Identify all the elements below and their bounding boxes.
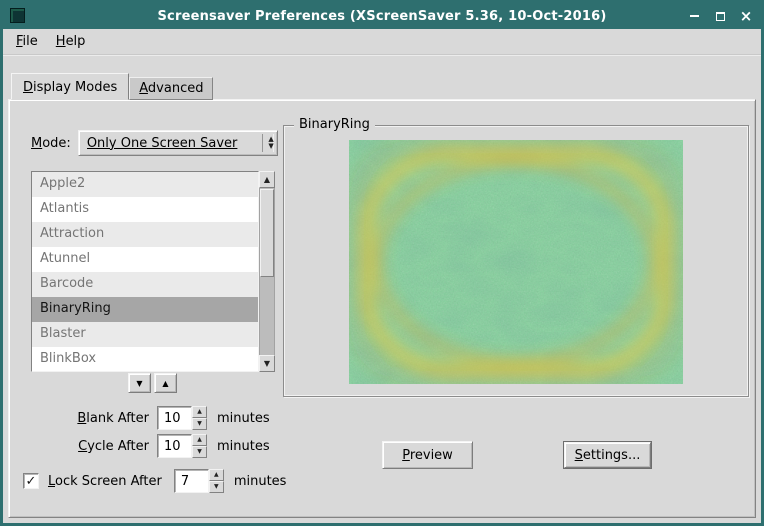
maximize-icon — [716, 12, 725, 21]
lock-after-spinbox: ▲ ▼ — [174, 469, 224, 493]
app-icon — [10, 8, 25, 23]
lock-after-spinner: ▲ ▼ — [209, 469, 224, 493]
list-item[interactable]: Blaster — [32, 322, 258, 347]
scrollbar-thumb[interactable] — [260, 189, 274, 277]
mode-selected-value: Only One Screen Saver — [87, 136, 259, 151]
cycle-after-spinner: ▲ ▼ — [192, 434, 207, 458]
settings-button[interactable]: Settings... — [564, 442, 651, 468]
spin-down-icon[interactable]: ▼ — [192, 418, 207, 430]
scroll-up-icon: ▲ — [264, 175, 270, 184]
lock-screen-row: ✓ Lock Screen After ▲ ▼ minutes — [23, 469, 286, 493]
mode-row: Mode: Only One Screen Saver ▲ ▼ — [31, 130, 278, 156]
combo-down-icon: ▼ — [268, 143, 273, 150]
mode-label: Mode: — [31, 136, 71, 151]
cycle-after-spinbox: ▲ ▼ — [157, 434, 207, 458]
blank-after-row: Blank After ▲ ▼ minutes — [31, 406, 270, 430]
check-icon: ✓ — [26, 474, 37, 489]
tabstrip: Display Modes Advanced — [11, 73, 213, 100]
list-item[interactable]: BlinkBox — [32, 347, 258, 372]
move-up-button[interactable]: ▲ — [154, 373, 177, 393]
spin-up-icon[interactable]: ▲ — [192, 434, 207, 446]
list-item[interactable]: Attraction — [32, 222, 258, 247]
preview-frame: BinaryRing — [283, 125, 749, 397]
spin-up-icon[interactable]: ▲ — [192, 406, 207, 418]
preview-button-label: Preview — [402, 448, 453, 463]
blank-after-input[interactable] — [157, 406, 192, 430]
cycle-after-label: Cycle After — [31, 439, 149, 454]
preview-button[interactable]: Preview — [382, 441, 473, 469]
cycle-after-input[interactable] — [157, 434, 192, 458]
menu-help[interactable]: Help — [47, 30, 95, 53]
blank-after-spinner: ▲ ▼ — [192, 406, 207, 430]
blank-after-spinbox: ▲ ▼ — [157, 406, 207, 430]
menu-file[interactable]: File — [7, 30, 47, 53]
list-reorder-buttons: ▼ ▲ — [128, 373, 177, 393]
maximize-button[interactable] — [713, 9, 727, 23]
display-modes-panel: Mode: Only One Screen Saver ▲ ▼ Apple2 A… — [8, 99, 756, 518]
mode-select[interactable]: Only One Screen Saver ▲ ▼ — [78, 130, 278, 156]
menubar: File Help — [3, 29, 761, 55]
scrollbar-trough[interactable] — [259, 188, 275, 355]
screensaver-list: Apple2 Atlantis Attraction Atunnel Barco… — [31, 171, 259, 372]
close-icon: × — [740, 9, 753, 23]
move-down-button[interactable]: ▼ — [128, 373, 151, 393]
cycle-after-row: Cycle After ▲ ▼ minutes — [31, 434, 270, 458]
list-item[interactable]: BinaryRing — [32, 297, 258, 322]
window-title: Screensaver Preferences (XScreenSaver 5.… — [3, 9, 761, 24]
list-item[interactable]: Atlantis — [32, 197, 258, 222]
window-controls: × — [687, 3, 753, 29]
spin-down-icon[interactable]: ▼ — [209, 481, 224, 493]
tab-advanced[interactable]: Advanced — [129, 77, 213, 100]
up-arrow-icon: ▲ — [162, 379, 168, 388]
minimize-icon — [690, 15, 699, 17]
list-scrollbar[interactable]: ▲ ▼ — [259, 171, 275, 372]
binaryring-preview-image — [349, 140, 683, 384]
scroll-down-button[interactable]: ▼ — [259, 355, 275, 372]
screensaver-list-container: Apple2 Atlantis Attraction Atunnel Barco… — [31, 171, 275, 372]
combo-spinner-icon: ▲ ▼ — [262, 134, 273, 152]
down-arrow-icon: ▼ — [136, 379, 142, 388]
list-item[interactable]: Atunnel — [32, 247, 258, 272]
spin-down-icon[interactable]: ▼ — [192, 446, 207, 458]
minutes-label: minutes — [217, 411, 270, 426]
lock-after-input[interactable] — [174, 469, 209, 493]
blank-after-label: Blank After — [31, 411, 149, 426]
list-item[interactable]: Barcode — [32, 272, 258, 297]
preview-frame-title: BinaryRing — [294, 117, 375, 132]
scroll-up-button[interactable]: ▲ — [259, 171, 275, 188]
tab-display-modes[interactable]: Display Modes — [11, 73, 129, 100]
minimize-button[interactable] — [687, 9, 701, 23]
lock-screen-label: Lock Screen After — [48, 474, 162, 489]
close-button[interactable]: × — [739, 9, 753, 23]
settings-button-label: Settings... — [575, 448, 641, 463]
scroll-down-icon: ▼ — [264, 359, 270, 368]
spin-up-icon[interactable]: ▲ — [209, 469, 224, 481]
xscreensaver-window: Screensaver Preferences (XScreenSaver 5.… — [0, 0, 764, 526]
minutes-label: minutes — [217, 439, 270, 454]
titlebar[interactable]: Screensaver Preferences (XScreenSaver 5.… — [3, 3, 761, 29]
minutes-label: minutes — [234, 474, 287, 489]
lock-screen-checkbox[interactable]: ✓ — [23, 473, 39, 489]
list-item[interactable]: Apple2 — [32, 172, 258, 197]
